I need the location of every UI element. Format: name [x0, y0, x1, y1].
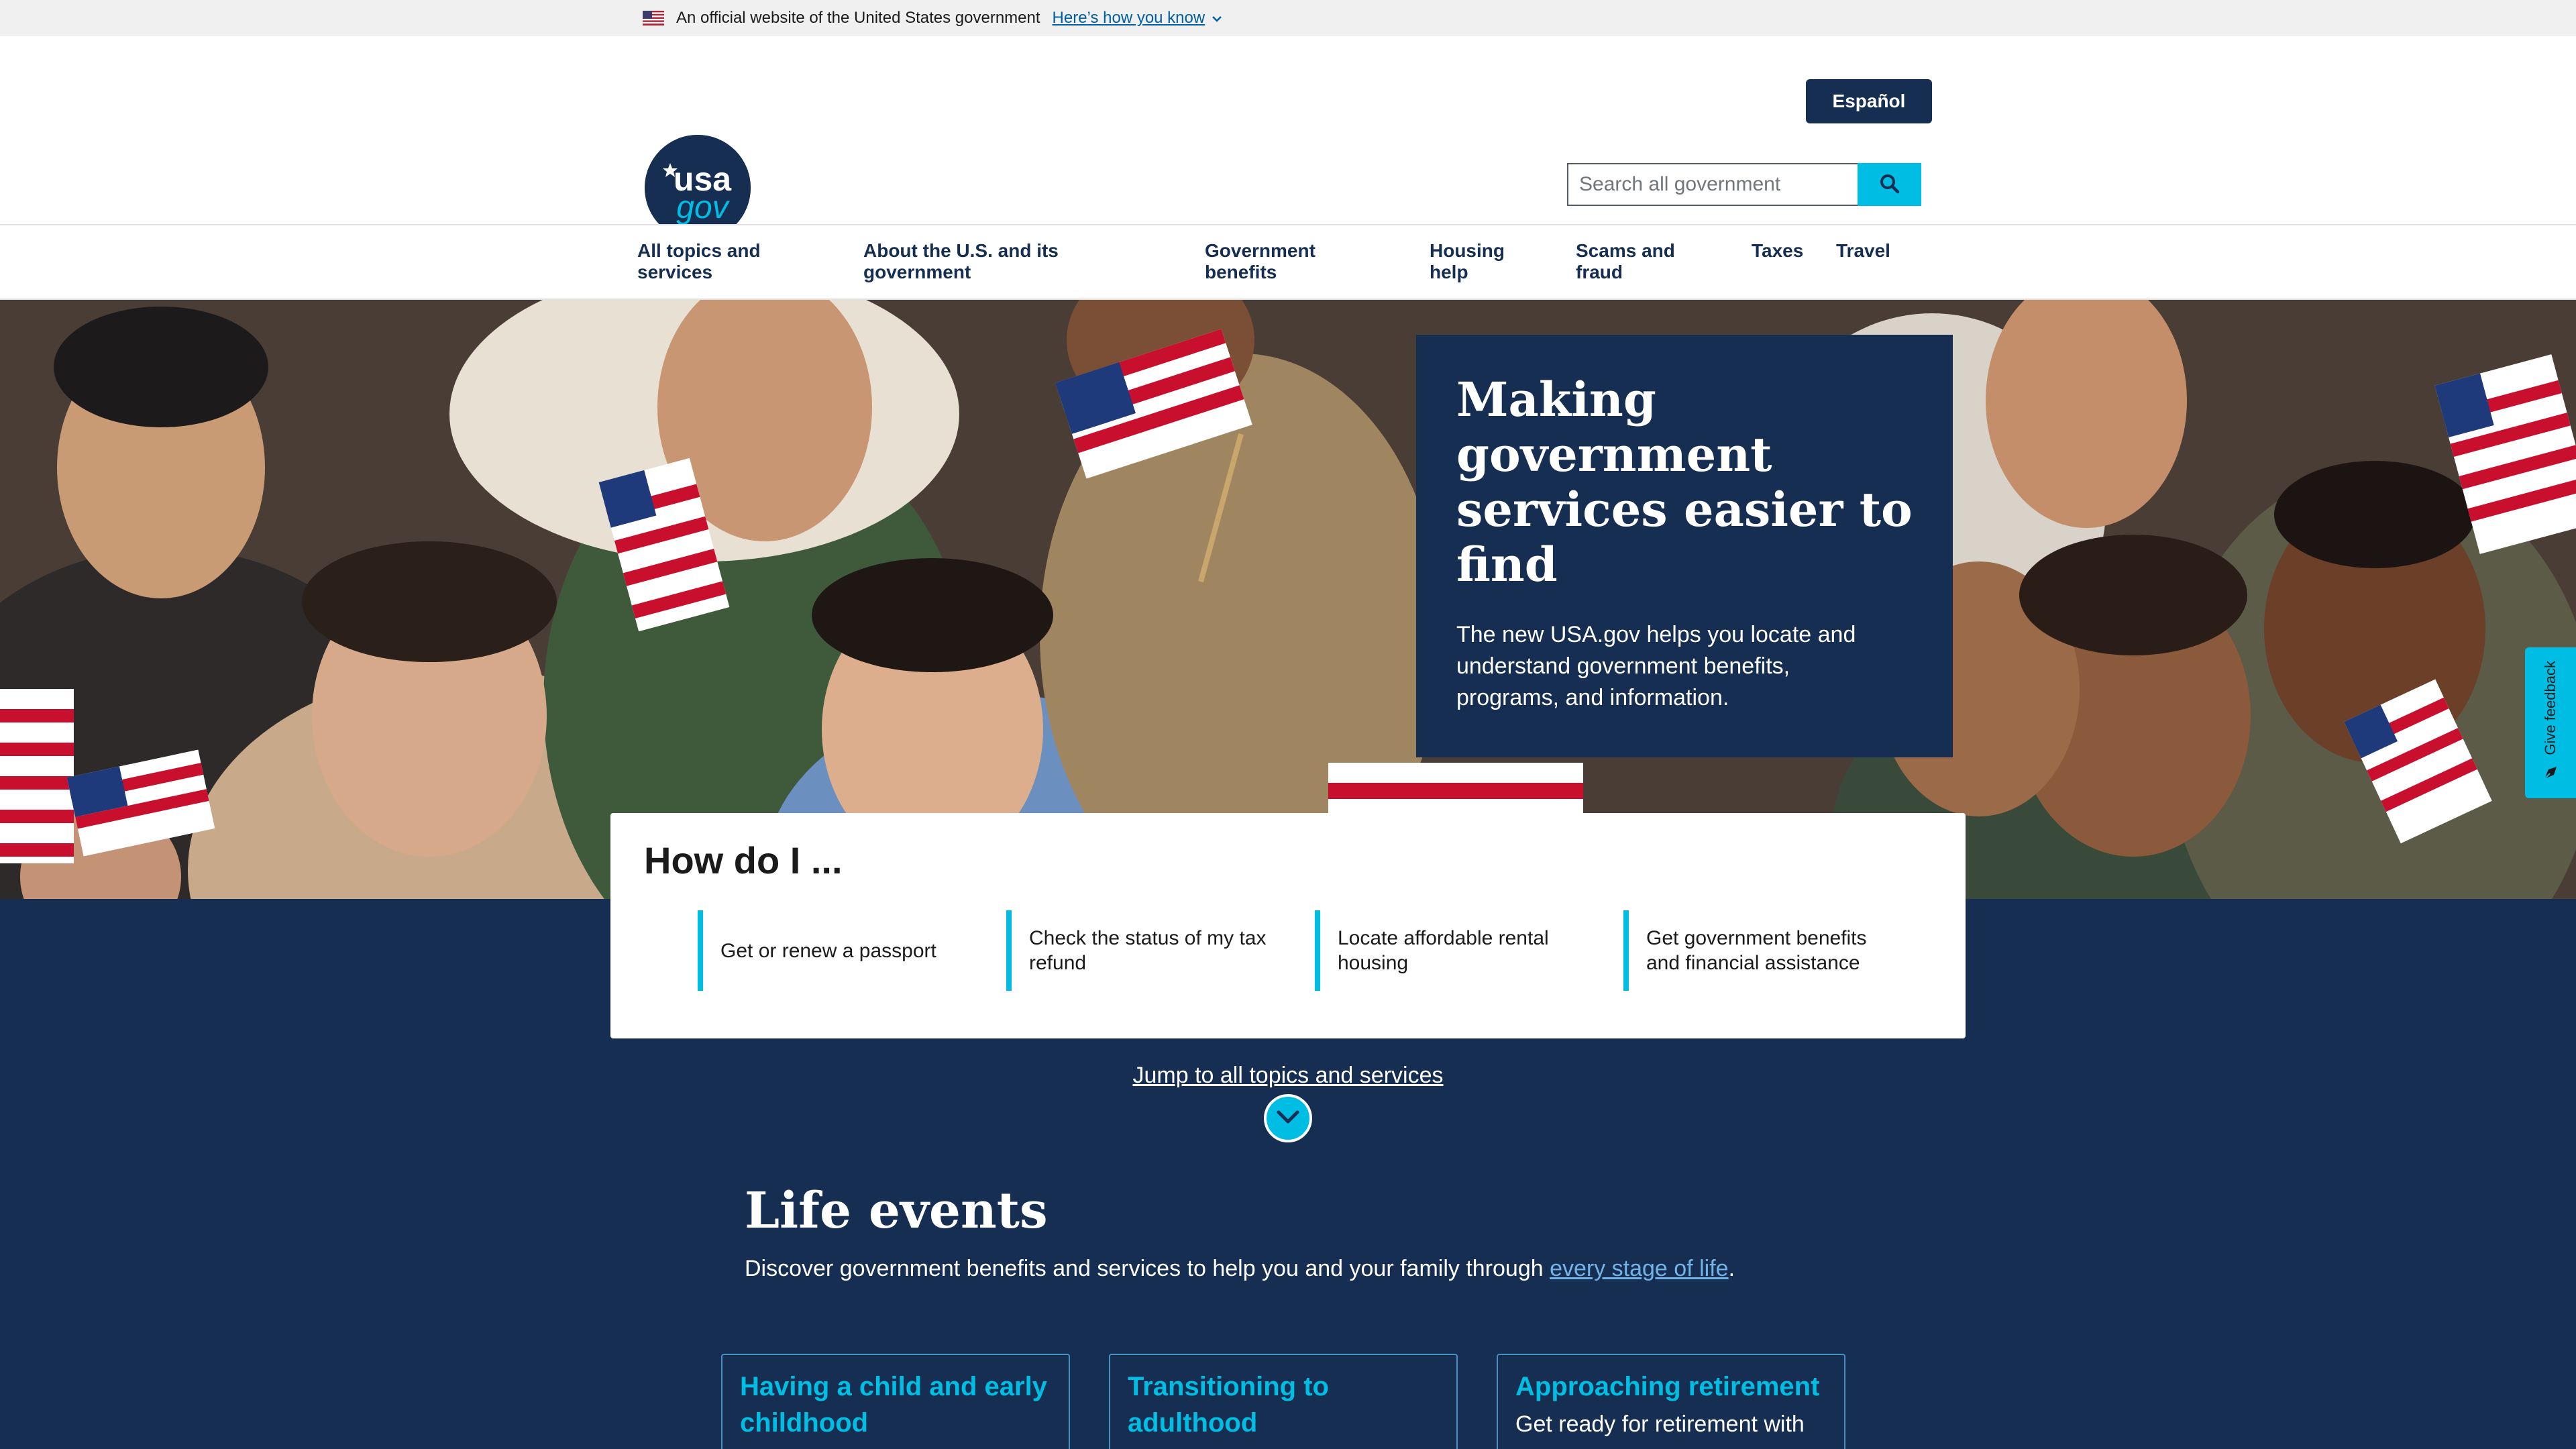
- nav-item-label: Scams and: [1576, 240, 1675, 261]
- us-flag-icon: [643, 11, 664, 25]
- page: An official website of the United States…: [0, 0, 2576, 1449]
- life-event-card-title-line: childhood: [740, 1408, 869, 1438]
- how-do-i-title: How do I ...: [644, 839, 843, 881]
- nav-item-label: services: [637, 262, 713, 282]
- logo-text-gov: gov: [676, 190, 730, 225]
- life-event-card-text: Get ready for retirement with: [1515, 1411, 1805, 1437]
- hero-title-line: find: [1456, 537, 1558, 592]
- search-button[interactable]: [1858, 163, 1921, 206]
- nav-item-label: benefits: [1205, 262, 1277, 282]
- jump-to-topics-button[interactable]: [1264, 1094, 1312, 1142]
- every-stage-of-life-link[interactable]: every stage of life: [1550, 1256, 1728, 1281]
- nav-item-taxes[interactable]: Taxes: [1752, 240, 1803, 262]
- life-event-card-title-line: Transitioning to: [1128, 1372, 1329, 1401]
- how-do-i-item-label: Locate affordable rental: [1338, 927, 1549, 949]
- how-do-i-item-label: Check the status of my tax: [1029, 927, 1267, 949]
- hero-title-line: government: [1456, 427, 1772, 482]
- primary-nav: All topics and services About the U.S. a…: [0, 224, 2576, 300]
- feedback-icon: [2542, 764, 2559, 785]
- life-events-description-text: Discover government benefits and service…: [745, 1256, 1550, 1281]
- life-event-card-title-line: Having a child and early: [740, 1372, 1047, 1401]
- language-toggle-button[interactable]: Español: [1806, 79, 1932, 123]
- life-events-description: Discover government benefits and service…: [745, 1256, 1735, 1282]
- give-feedback-tab[interactable]: Give feedback: [2525, 647, 2576, 798]
- life-event-card-adulthood[interactable]: Transitioning to adulthood: [1109, 1354, 1458, 1449]
- life-event-card-title: Transitioning to adulthood: [1128, 1368, 1439, 1441]
- how-do-i-item-label: and financial assistance: [1646, 952, 1860, 974]
- hero-title-line: Making: [1456, 372, 1656, 427]
- how-you-know-label: Here’s how you know: [1052, 9, 1205, 27]
- nav-item-label: Government: [1205, 240, 1316, 261]
- how-do-i-item-label: Get or renew a passport: [720, 939, 936, 962]
- chevron-down-icon: [1212, 9, 1222, 28]
- life-event-card-title-line: adulthood: [1128, 1408, 1258, 1438]
- nav-item-label: About the U.S. and its: [863, 240, 1059, 261]
- nav-item-government-benefits[interactable]: Government benefits: [1205, 240, 1316, 283]
- hero-subtitle-line: programs, and information.: [1456, 685, 1729, 710]
- how-do-i-item-tax-refund[interactable]: Check the status of my tax refund: [1006, 910, 1288, 991]
- nav-item-label: government: [863, 262, 971, 282]
- hero-banner: Making government services easier to fin…: [0, 300, 2576, 899]
- give-feedback-label: Give feedback: [2542, 660, 2559, 755]
- chevron-down-circle-icon: [1275, 1108, 1301, 1130]
- nav-item-housing-help[interactable]: Housing help: [1430, 240, 1505, 283]
- search-input[interactable]: [1567, 163, 1858, 206]
- hero-title: Making government services easier to fin…: [1456, 372, 1913, 592]
- how-do-i-item-rental-housing[interactable]: Locate affordable rental housing: [1315, 910, 1597, 991]
- nav-item-scams-fraud[interactable]: Scams and fraud: [1576, 240, 1675, 283]
- how-do-i-item-label: Get government benefits: [1646, 927, 1867, 949]
- nav-item-label: Travel: [1836, 240, 1890, 261]
- nav-item-label: Housing: [1430, 240, 1505, 261]
- life-events-title: Life events: [745, 1182, 1048, 1240]
- life-events-description-text: .: [1728, 1256, 1735, 1281]
- nav-item-travel[interactable]: Travel: [1836, 240, 1890, 262]
- how-do-i-item-label: refund: [1029, 952, 1087, 974]
- search-icon: [1879, 173, 1900, 197]
- hero-title-line: services easier to: [1456, 482, 1913, 537]
- search-form: [1567, 163, 1921, 206]
- gov-banner: An official website of the United States…: [0, 0, 2576, 36]
- nav-item-all-topics[interactable]: All topics and services: [637, 240, 761, 283]
- how-you-know-link[interactable]: Here’s how you know: [1053, 9, 1223, 28]
- life-event-card-title: Having a child and early childhood: [740, 1368, 1051, 1441]
- hero-subtitle: The new USA.gov helps you locate and und…: [1456, 619, 1913, 714]
- life-event-card-retirement[interactable]: Approaching retirement Get ready for ret…: [1497, 1354, 1845, 1449]
- life-event-card-child[interactable]: Having a child and early childhood: [721, 1354, 1070, 1449]
- hero-card: Making government services easier to fin…: [1416, 335, 1953, 757]
- hero-subtitle-line: understand government benefits,: [1456, 653, 1790, 679]
- nav-item-about-us[interactable]: About the U.S. and its government: [863, 240, 1059, 283]
- nav-item-label: Taxes: [1752, 240, 1804, 261]
- jump-to-topics-link[interactable]: Jump to all topics and services: [0, 1063, 2576, 1089]
- hero-subtitle-line: The new USA.gov helps you locate and: [1456, 622, 1856, 647]
- how-do-i-item-label: housing: [1338, 952, 1409, 974]
- nav-item-label: fraud: [1576, 262, 1623, 282]
- site-header: Español usa gov: [0, 36, 2576, 241]
- how-do-i-item-benefits[interactable]: Get government benefits and financial as…: [1623, 910, 1905, 991]
- life-event-card-title: Approaching retirement: [1515, 1372, 1820, 1401]
- nav-item-label: help: [1430, 262, 1468, 282]
- how-do-i-card: How do I ... Get or renew a passport Che…: [610, 813, 1966, 1038]
- how-do-i-item-passport[interactable]: Get or renew a passport: [698, 910, 979, 991]
- crowd-photo: [0, 300, 2576, 899]
- nav-item-label: All topics and: [637, 240, 761, 261]
- official-website-text: An official website of the United States…: [676, 9, 1040, 27]
